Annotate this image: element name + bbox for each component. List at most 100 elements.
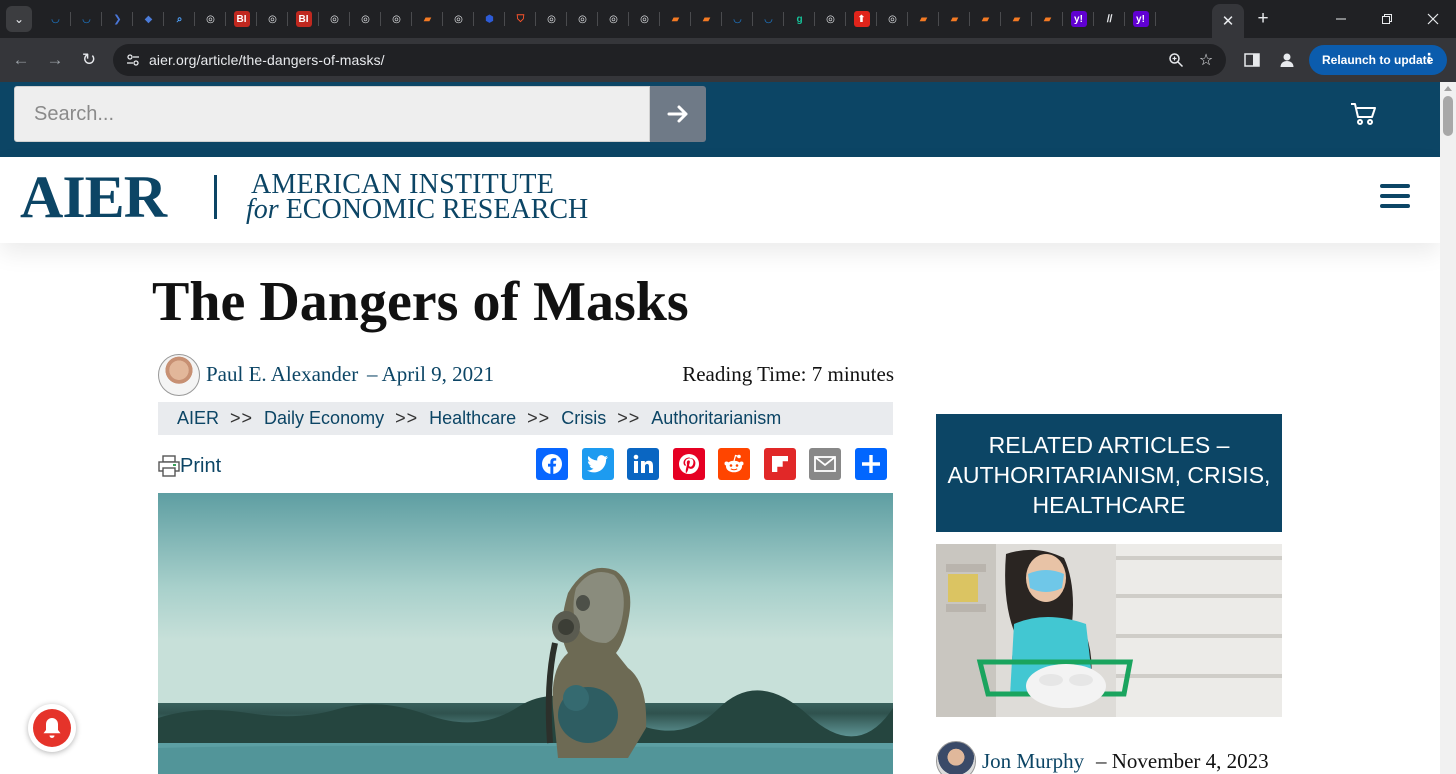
breadcrumb-healthcare[interactable]: Healthcare: [429, 408, 516, 429]
article-title: The Dangers of Masks: [152, 271, 689, 333]
plus-icon[interactable]: +: [1257, 8, 1268, 30]
browser-tab[interactable]: ▰: [939, 0, 970, 38]
browser-tab[interactable]: ⛉: [505, 0, 536, 38]
browser-tab[interactable]: ⬆: [846, 0, 877, 38]
browser-tab[interactable]: BI: [226, 0, 257, 38]
browser-tabstrip: ⌄ ◡ ◡ ❯ ◆ ⌕ ◎ BI ◎ BI ◎ ◎ ◎ ▰ ◎ ⬢ ⛉ ◎ ◎ ◎ ◎ ▰ ▰ ◡ ◡ g ◎ ⬆ ◎ ▰ ▰ ▰ ▰ ▰ y! 𝑙…: [0, 0, 1456, 38]
notification-bell-button[interactable]: [28, 704, 76, 752]
restore-icon: [1382, 14, 1392, 24]
browser-tab[interactable]: 𝑙𝑙: [1094, 0, 1125, 38]
forward-button[interactable]: →: [41, 46, 69, 74]
browser-tab[interactable]: ◎: [350, 0, 381, 38]
browser-tab[interactable]: ▰: [908, 0, 939, 38]
related-author-link[interactable]: Jon Murphy: [982, 749, 1084, 774]
scrollbar-thumb[interactable]: [1443, 96, 1453, 136]
back-button[interactable]: ←: [7, 46, 35, 74]
cart-icon[interactable]: [1349, 100, 1379, 128]
relaunch-to-update-button[interactable]: Relaunch to update ⋮: [1309, 45, 1447, 75]
browser-tab[interactable]: ❯: [102, 0, 133, 38]
linkedin-share-icon[interactable]: [627, 448, 659, 480]
scroll-up-arrow-icon[interactable]: [1444, 86, 1452, 91]
new-tab-button[interactable]: +: [1252, 8, 1274, 30]
side-panel-icon[interactable]: [1242, 50, 1262, 70]
breadcrumb-authoritarianism[interactable]: Authoritarianism: [651, 408, 781, 429]
address-bar[interactable]: aier.org/article/the-dangers-of-masks/ ☆: [113, 44, 1226, 76]
browser-tab[interactable]: ◡: [722, 0, 753, 38]
page-scrollbar[interactable]: [1440, 82, 1456, 774]
site-settings-icon[interactable]: [121, 48, 145, 72]
search-input[interactable]: [14, 86, 650, 142]
browser-tab[interactable]: ▰: [1001, 0, 1032, 38]
globe-icon: ◎: [330, 13, 339, 25]
related-article-image[interactable]: [936, 544, 1282, 717]
bookmark-star-icon[interactable]: ☆: [1196, 50, 1216, 70]
browser-tab[interactable]: y!: [1125, 0, 1156, 38]
browser-tab[interactable]: ⬢: [474, 0, 505, 38]
related-author-avatar[interactable]: [936, 741, 976, 774]
close-icon[interactable]: ✕: [1222, 12, 1235, 30]
browser-tab[interactable]: ▰: [1032, 0, 1063, 38]
browser-tab[interactable]: ◎: [598, 0, 629, 38]
profile-icon[interactable]: [1277, 50, 1297, 70]
twitter-share-icon[interactable]: [581, 448, 614, 480]
globe-icon: ◎: [392, 13, 401, 25]
window-close-button[interactable]: [1410, 0, 1456, 38]
browser-tab[interactable]: ◡: [71, 0, 102, 38]
browser-tab[interactable]: ▰: [970, 0, 1001, 38]
reload-button[interactable]: ↻: [75, 46, 103, 74]
print-button[interactable]: Print: [158, 452, 221, 480]
author-link[interactable]: Paul E. Alexander: [206, 362, 358, 387]
browser-tab[interactable]: ◎: [381, 0, 412, 38]
browser-tab[interactable]: ◎: [815, 0, 846, 38]
url-text[interactable]: aier.org/article/the-dangers-of-masks/: [149, 52, 385, 68]
minimize-button[interactable]: [1318, 0, 1364, 38]
bell-icon: [33, 709, 71, 747]
browser-tab[interactable]: ⌕: [164, 0, 195, 38]
related-article-byline: Jon Murphy – November 4, 2023: [936, 739, 1282, 774]
browser-tab[interactable]: ◎: [536, 0, 567, 38]
browser-tab[interactable]: ◎: [257, 0, 288, 38]
email-share-icon[interactable]: [809, 448, 841, 480]
browser-tab[interactable]: ◎: [319, 0, 350, 38]
share-bar: [536, 448, 900, 480]
more-vert-icon[interactable]: ⋮: [1422, 50, 1436, 67]
browser-tab[interactable]: ▰: [660, 0, 691, 38]
globe-icon: ◎: [578, 13, 587, 25]
reddit-share-icon[interactable]: [718, 448, 750, 480]
author-avatar[interactable]: [158, 354, 200, 396]
globe-icon: ◎: [826, 13, 835, 25]
active-tab-close-button[interactable]: ✕: [1212, 4, 1244, 38]
share-plus-icon[interactable]: [854, 448, 887, 480]
pinterest-share-icon[interactable]: [672, 448, 705, 480]
browser-tab[interactable]: g: [784, 0, 815, 38]
bookmark-orange-icon: ▰: [981, 13, 990, 25]
browser-tab[interactable]: BI: [288, 0, 319, 38]
browser-tab[interactable]: ◎: [877, 0, 908, 38]
browser-tab[interactable]: ◡: [753, 0, 784, 38]
browser-tab[interactable]: y!: [1063, 0, 1094, 38]
flipboard-share-icon[interactable]: [763, 448, 796, 480]
browser-tab[interactable]: ◎: [443, 0, 474, 38]
breadcrumb-crisis[interactable]: Crisis: [561, 408, 606, 429]
logo-mark[interactable]: AIER: [20, 167, 167, 227]
logo-wordmark-line2[interactable]: for ECONOMIC RESEARCH: [246, 196, 588, 224]
browser-tab[interactable]: ◎: [629, 0, 660, 38]
restore-button[interactable]: [1364, 0, 1410, 38]
browser-tab[interactable]: ▰: [412, 0, 443, 38]
arrow-right-icon: →: [46, 50, 64, 69]
browser-tab[interactable]: ◡: [40, 0, 71, 38]
zoom-icon[interactable]: [1166, 50, 1186, 70]
browser-tab[interactable]: ◆: [133, 0, 164, 38]
breadcrumb-daily-economy[interactable]: Daily Economy: [264, 408, 384, 429]
browser-tab[interactable]: ▰: [691, 0, 722, 38]
gas-mask-child-photo: [158, 493, 893, 774]
browser-tab[interactable]: ◎: [567, 0, 598, 38]
facebook-share-icon[interactable]: [536, 448, 568, 480]
breadcrumb-aier[interactable]: AIER: [177, 408, 219, 429]
browser-tab[interactable]: ◎: [195, 0, 226, 38]
search-submit-button[interactable]: [650, 86, 706, 142]
publish-date: – April 9, 2021: [367, 362, 495, 386]
arrow-right-icon: [667, 105, 688, 123]
tab-search-menu-button[interactable]: ⌄: [6, 6, 32, 32]
menu-icon[interactable]: [1380, 184, 1410, 208]
